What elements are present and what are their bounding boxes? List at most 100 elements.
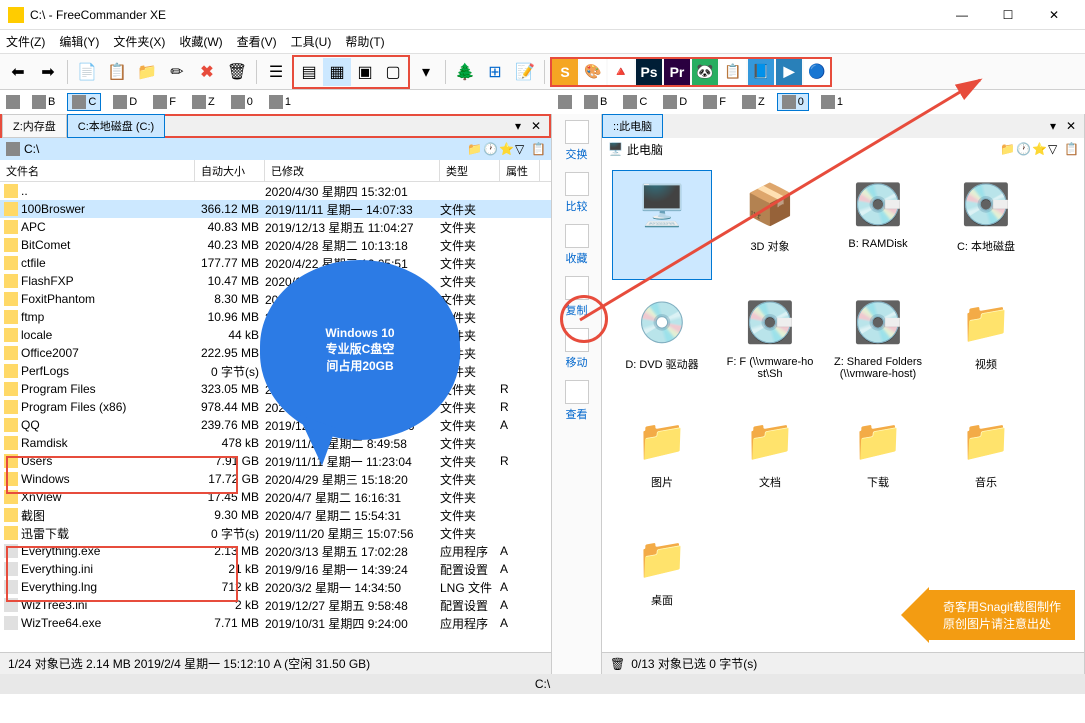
menu-item[interactable]: 查看(V) [237, 33, 277, 50]
strip-查看[interactable]: 查看 [565, 380, 589, 422]
file-row[interactable]: 截图9.30 MB2020/4/7 星期二 15:54:31文件夹 [0, 506, 551, 524]
drive-C[interactable]: C [619, 94, 651, 110]
drive-Z[interactable]: Z [188, 94, 219, 110]
file-row[interactable]: Windows17.72 GB2020/4/29 星期三 15:18:20文件夹 [0, 470, 551, 488]
drive-item[interactable]: 💽C: 本地磁盘 [936, 170, 1036, 280]
view-large-button[interactable]: ▢ [379, 58, 407, 86]
drive-item[interactable]: 📁视频 [936, 288, 1036, 398]
tab[interactable]: C:本地磁盘 (C:) [67, 114, 165, 138]
close-button[interactable]: ✕ [1031, 0, 1077, 30]
tab-close-icon[interactable]: ✕ [531, 119, 545, 133]
drive-B[interactable]: B [28, 94, 59, 110]
drive-item[interactable]: 📦3D 对象 [720, 170, 820, 280]
drive-item[interactable]: 📁桌面 [612, 524, 712, 634]
view-thumb-button[interactable]: ▣ [351, 58, 379, 86]
file-row[interactable]: BitComet40.23 MB2020/4/28 星期二 10:13:18文件… [0, 236, 551, 254]
new-folder-button[interactable]: 📁 [133, 58, 161, 86]
clock-icon[interactable]: 🕐 [1016, 142, 1030, 156]
star-icon[interactable]: ⭐ [499, 142, 513, 156]
drive-F[interactable]: F [699, 94, 730, 110]
file-row[interactable]: ctfile177.77 MB2020/4/22 星期三 12:05:51文件夹 [0, 254, 551, 272]
right-icon-view[interactable]: 🖥️📦3D 对象💽B: RAMDisk💽C: 本地磁盘 💿D: DVD 驱动器💽F… [602, 160, 1084, 652]
left-file-list[interactable]: .. 2020/4/30 星期四 15:32:01 100Broswer366.… [0, 182, 551, 652]
strip-交换[interactable]: 交换 [565, 120, 589, 162]
file-row[interactable]: FlashFXP10.47 MB2020/1/2 星期四 17:35:32文件夹 [0, 272, 551, 290]
clock-icon[interactable]: 🕐 [483, 142, 497, 156]
right-tab[interactable]: ::此电脑 [602, 114, 663, 138]
layout-button[interactable]: ⊞ [481, 58, 509, 86]
file-row[interactable]: 迅雷下载0 字节(s)2019/11/20 星期三 15:07:56文件夹 [0, 524, 551, 542]
file-row[interactable]: QQ239.76 MB2019/12/12 星期四 17:31:26文件夹A [0, 416, 551, 434]
drive-item[interactable]: 💽F: F (\\vmware-host\Sh [720, 288, 820, 398]
strip-收藏[interactable]: 收藏 [565, 224, 589, 266]
app-launcher[interactable]: Ps [636, 59, 662, 85]
file-row[interactable]: APC40.83 MB2019/12/13 星期五 11:04:27文件夹 [0, 218, 551, 236]
file-row[interactable]: XnView17.45 MB2020/4/7 星期二 16:16:31文件夹 [0, 488, 551, 506]
tab-dropdown-icon[interactable]: ▾ [515, 119, 529, 133]
menu-item[interactable]: 文件(Z) [6, 33, 45, 50]
file-row[interactable]: WizTree3.ini2 kB2019/12/27 星期五 9:58:48配置… [0, 596, 551, 614]
col-name[interactable]: 文件名 [0, 160, 195, 181]
app-launcher[interactable]: 📋 [720, 59, 746, 85]
tab[interactable]: Z:内存盘 [2, 114, 67, 138]
drive-item[interactable]: 💽B: RAMDisk [828, 170, 928, 280]
drive-D[interactable]: D [109, 94, 141, 110]
drive-1[interactable]: 1 [265, 94, 295, 110]
menu-item[interactable]: 工具(U) [291, 33, 332, 50]
menu-item[interactable]: 文件夹(X) [113, 33, 165, 50]
delete-button[interactable]: ✖ [193, 58, 221, 86]
drive-item[interactable]: 💿D: DVD 驱动器 [612, 288, 712, 398]
maximize-button[interactable]: ☐ [985, 0, 1031, 30]
star-icon[interactable]: ⭐ [1032, 142, 1046, 156]
drive-item[interactable]: 🖥️ [612, 170, 712, 280]
drive-item[interactable]: 📁文档 [720, 406, 820, 516]
col-date[interactable]: 已修改 [265, 160, 440, 181]
app-launcher[interactable]: 🔵 [804, 59, 830, 85]
col-attr[interactable]: 属性 [500, 160, 540, 181]
file-row[interactable]: Everything.exe2.13 MB2020/3/13 星期五 17:02… [0, 542, 551, 560]
drive-0[interactable]: 0 [227, 94, 257, 110]
app-launcher[interactable]: Pr [664, 59, 690, 85]
minimize-button[interactable]: — [939, 0, 985, 30]
app-launcher[interactable]: S [552, 59, 578, 85]
view-details-button[interactable]: ▤ [295, 58, 323, 86]
drive-F[interactable]: F [149, 94, 180, 110]
history-icon[interactable]: 📁 [467, 142, 481, 156]
drive-item[interactable]: 📁音乐 [936, 406, 1036, 516]
right-path-bar[interactable]: 🖥️ 此电脑 📁 🕐 ⭐ ▽ 📋 [602, 138, 1084, 160]
col-type[interactable]: 类型 [440, 160, 500, 181]
drive-item[interactable]: 📁图片 [612, 406, 712, 516]
wipe-button[interactable]: 🗑 [223, 58, 251, 86]
drive-B[interactable]: B [580, 94, 611, 110]
filter-icon[interactable]: ▽ [515, 142, 529, 156]
properties-button[interactable]: ☰ [262, 58, 290, 86]
copy-path-icon[interactable]: 📋 [531, 142, 545, 156]
history-icon[interactable]: 📁 [1000, 142, 1014, 156]
app-launcher[interactable]: 🎨 [580, 59, 606, 85]
file-row[interactable]: Users7.91 GB2019/11/11 星期一 11:23:04文件夹R [0, 452, 551, 470]
trash-icon[interactable]: 🗑 [610, 657, 625, 671]
drive-item[interactable]: 📁下载 [828, 406, 928, 516]
drive-D[interactable]: D [659, 94, 691, 110]
forward-button[interactable]: ➡ [34, 58, 62, 86]
copy-path-icon[interactable]: 📋 [1064, 142, 1078, 156]
parent-row[interactable]: .. 2020/4/30 星期四 15:32:01 [0, 182, 551, 200]
drive-C[interactable]: C [67, 93, 101, 111]
move-button[interactable]: 📋 [103, 58, 131, 86]
file-row[interactable]: 100Broswer366.12 MB2019/11/11 星期一 14:07:… [0, 200, 551, 218]
tab-close-icon[interactable]: ✕ [1066, 119, 1080, 133]
file-row[interactable]: Everything.ini21 kB2019/9/16 星期一 14:39:2… [0, 560, 551, 578]
strip-比较[interactable]: 比较 [565, 172, 589, 214]
menu-item[interactable]: 收藏(W) [179, 33, 222, 50]
file-row[interactable]: Ramdisk478 kB2019/11/26 星期二 8:49:58文件夹 [0, 434, 551, 452]
drive-0[interactable]: 0 [777, 93, 809, 111]
copy-button[interactable]: 📄 [73, 58, 101, 86]
file-row[interactable]: WizTree64.exe7.71 MB2019/10/31 星期四 9:24:… [0, 614, 551, 632]
view-list-button[interactable]: ▦ [323, 58, 351, 86]
menu-item[interactable]: 帮助(T) [345, 33, 384, 50]
file-row[interactable]: Everything.lng712 kB2020/3/2 星期一 14:34:5… [0, 578, 551, 596]
app-launcher[interactable]: 🐼 [692, 59, 718, 85]
drive-Z[interactable]: Z [738, 94, 769, 110]
app-launcher[interactable]: 🔺 [608, 59, 634, 85]
edit-button[interactable]: 📝 [511, 58, 539, 86]
